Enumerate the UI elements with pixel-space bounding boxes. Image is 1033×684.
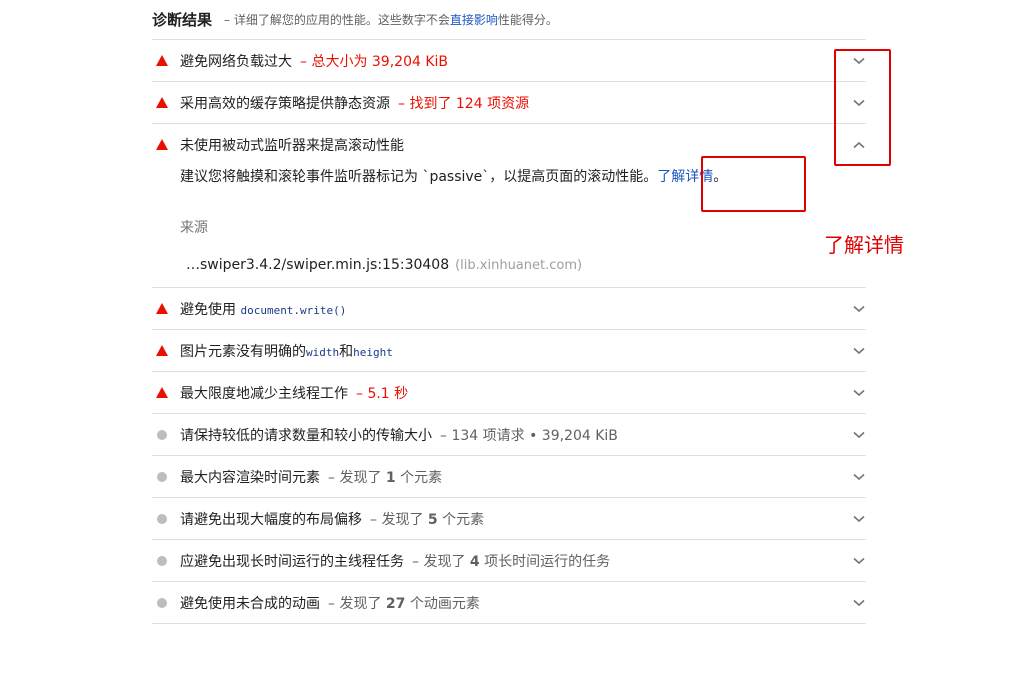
audit-title: 应避免出现长时间运行的主线程任务	[180, 553, 404, 570]
source-url: …swiper3.4.2/swiper.min.js:15:30408	[186, 257, 450, 273]
diagnostics-section: 诊断结果 – 详细了解您的应用的性能。这些数字不会直接影响性能得分。 避免网络负…	[152, 0, 866, 624]
audit-summary-row[interactable]: 避免网络负载过大 – 总大小为 39,204 KiB	[152, 40, 866, 81]
audit-display-value: – 总大小为 39,204 KiB	[300, 53, 449, 70]
warning-triangle-icon	[152, 303, 180, 314]
annotation-label: 了解详情	[824, 233, 904, 257]
chevron-down-icon[interactable]	[852, 498, 866, 539]
audit-summary-row[interactable]: 请避免出现大幅度的布局偏移 – 发现了 5 个元素	[152, 498, 866, 539]
chevron-down-icon[interactable]	[852, 540, 866, 581]
warning-triangle-icon	[152, 55, 180, 66]
warning-triangle-icon	[152, 345, 180, 356]
chevron-down-icon[interactable]	[852, 456, 866, 497]
audit-title: 避免使用 document.write()	[180, 301, 347, 318]
info-circle-icon	[152, 555, 180, 566]
audit-item: 避免使用未合成的动画 – 发现了 27 个动画元素	[152, 582, 866, 624]
audit-summary-row[interactable]: 最大限度地减少主线程工作 – 5.1 秒	[152, 372, 866, 413]
section-title: 诊断结果	[152, 11, 213, 29]
audit-title: 避免网络负载过大	[180, 53, 292, 70]
chevron-down-icon[interactable]	[852, 288, 866, 329]
source-row: …swiper3.4.2/swiper.min.js:15:30408 (lib.…	[180, 257, 866, 273]
audit-display-value: – 发现了 4 项长时间运行的任务	[412, 553, 611, 570]
audit-summary-row[interactable]: 避免使用 document.write()	[152, 288, 866, 329]
audit-item: 请保持较低的请求数量和较小的传输大小 – 134 项请求 • 39,204 Ki…	[152, 414, 866, 456]
audit-summary-row[interactable]: 请保持较低的请求数量和较小的传输大小 – 134 项请求 • 39,204 Ki…	[152, 414, 866, 455]
info-circle-icon	[152, 513, 180, 524]
audit-item: 图片元素没有明确的width和height	[152, 330, 866, 372]
annotation-box-learn-more	[701, 156, 806, 212]
audit-display-value: – 134 项请求 • 39,204 KiB	[440, 427, 618, 444]
audit-title: 请保持较低的请求数量和较小的传输大小	[180, 427, 432, 444]
info-circle-icon	[152, 429, 180, 440]
audit-item: 采用高效的缓存策略提供静态资源 – 找到了 124 项资源	[152, 82, 866, 124]
audit-title: 请避免出现大幅度的布局偏移	[180, 511, 362, 528]
chevron-down-icon[interactable]	[852, 582, 866, 623]
audit-display-value: – 5.1 秒	[356, 385, 409, 402]
audit-item: 最大限度地减少主线程工作 – 5.1 秒	[152, 372, 866, 414]
audit-display-value: – 发现了 1 个元素	[328, 469, 443, 486]
audit-display-value: – 找到了 124 项资源	[398, 95, 530, 112]
audit-title: 最大限度地减少主线程工作	[180, 385, 348, 402]
audit-item: 应避免出现长时间运行的主线程任务 – 发现了 4 项长时间运行的任务	[152, 540, 866, 582]
section-description: – 详细了解您的应用的性能。这些数字不会直接影响性能得分。	[224, 13, 558, 27]
annotation-box-chevrons	[834, 49, 891, 166]
chevron-down-icon[interactable]	[852, 414, 866, 455]
warning-triangle-icon	[152, 139, 180, 150]
audit-title: 图片元素没有明确的width和height	[180, 343, 393, 360]
warning-triangle-icon	[152, 387, 180, 398]
audit-display-value: – 发现了 27 个动画元素	[328, 595, 480, 612]
audit-summary-row[interactable]: 最大内容渲染时间元素 – 发现了 1 个元素	[152, 456, 866, 497]
audit-summary-row[interactable]: 避免使用未合成的动画 – 发现了 27 个动画元素	[152, 582, 866, 623]
audit-title: 采用高效的缓存策略提供静态资源	[180, 95, 390, 112]
info-circle-icon	[152, 597, 180, 608]
audit-summary-row[interactable]: 应避免出现长时间运行的主线程任务 – 发现了 4 项长时间运行的任务	[152, 540, 866, 581]
audit-item: 避免使用 document.write()	[152, 288, 866, 330]
section-header: 诊断结果 – 详细了解您的应用的性能。这些数字不会直接影响性能得分。	[152, 0, 866, 40]
audit-item: 避免网络负载过大 – 总大小为 39,204 KiB	[152, 40, 866, 82]
warning-triangle-icon	[152, 97, 180, 108]
direct-impact-link[interactable]: 直接影响	[450, 13, 498, 27]
audit-item: 最大内容渲染时间元素 – 发现了 1 个元素	[152, 456, 866, 498]
audit-title: 避免使用未合成的动画	[180, 595, 320, 612]
audit-item: 请避免出现大幅度的布局偏移 – 发现了 5 个元素	[152, 498, 866, 540]
audit-title: 未使用被动式监听器来提高滚动性能	[180, 137, 404, 154]
source-column-header: 来源	[180, 220, 208, 236]
chevron-down-icon[interactable]	[852, 372, 866, 413]
audit-summary-row[interactable]: 图片元素没有明确的width和height	[152, 330, 866, 371]
chevron-down-icon[interactable]	[852, 330, 866, 371]
info-circle-icon	[152, 471, 180, 482]
source-host: (lib.xinhuanet.com)	[455, 258, 583, 273]
audit-display-value: – 发现了 5 个元素	[370, 511, 485, 528]
audit-title: 最大内容渲染时间元素	[180, 469, 320, 486]
audit-summary-row[interactable]: 采用高效的缓存策略提供静态资源 – 找到了 124 项资源	[152, 82, 866, 123]
